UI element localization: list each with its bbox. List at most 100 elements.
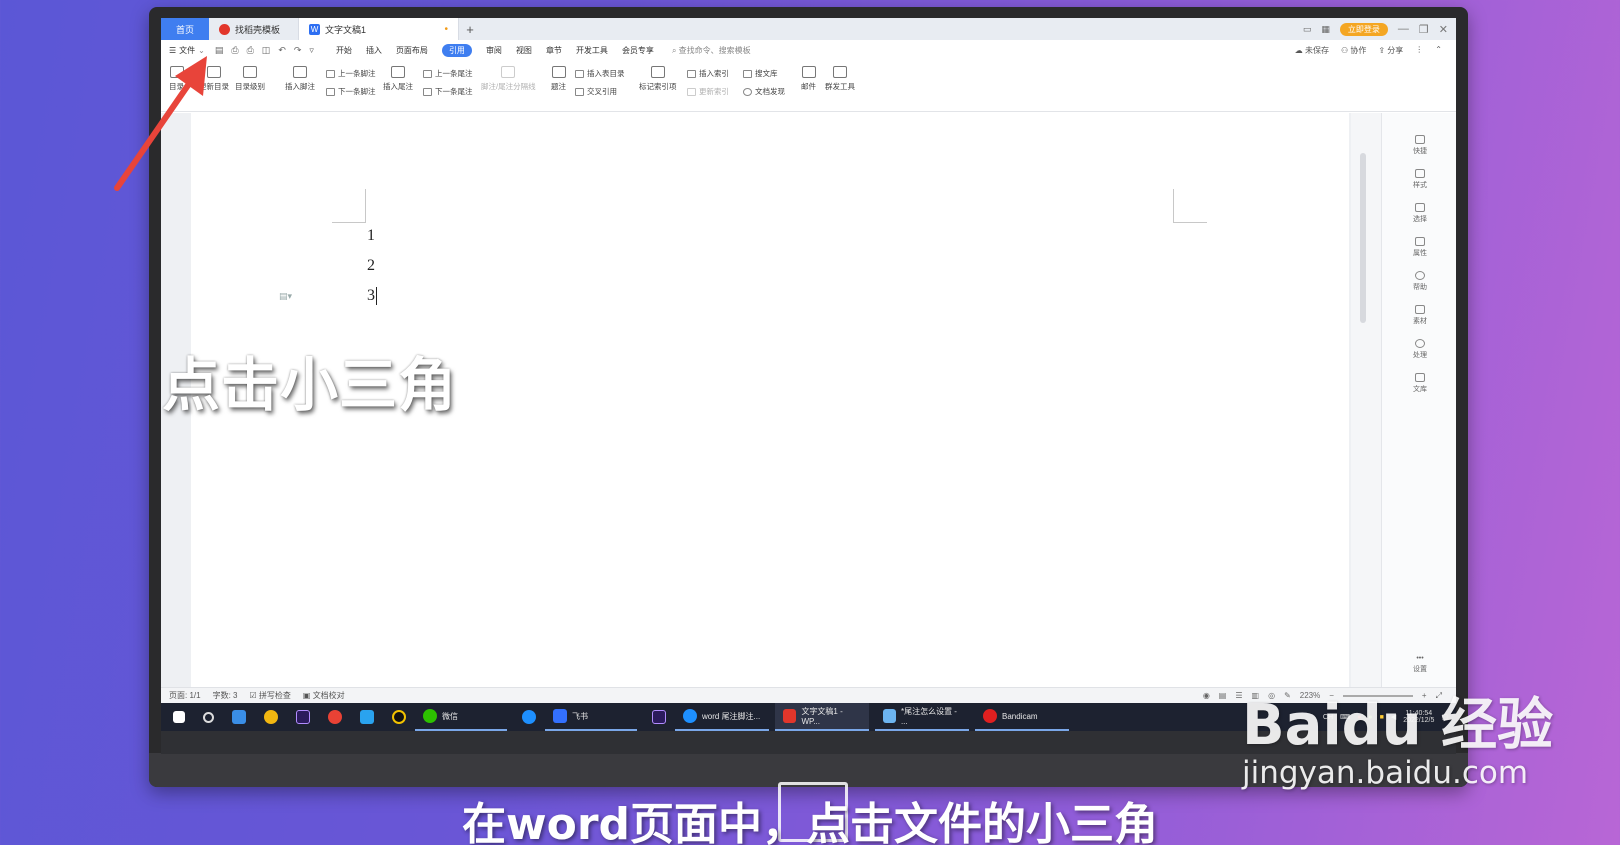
next-endnote-button[interactable]: 下一条尾注 xyxy=(423,86,473,97)
redo-icon[interactable]: ↷ xyxy=(294,45,302,56)
print-preview-icon[interactable]: ◫ xyxy=(262,45,271,56)
taskbar-bandicam-label: Bandicam xyxy=(1002,711,1038,721)
mail-button[interactable]: 邮件 xyxy=(801,66,816,92)
subtitle-caption: 在word页面中，点击文件的小三角 xyxy=(461,799,1159,845)
tab-review[interactable]: 审阅 xyxy=(486,45,502,56)
taskbar-word-notes[interactable]: word 尾注脚注... xyxy=(675,703,769,731)
note-separator-button[interactable]: 脚注/尾注分隔线 xyxy=(481,66,536,92)
layout-icon[interactable]: ▭ xyxy=(1303,24,1312,35)
taskbar-bandicam[interactable]: Bandicam xyxy=(975,703,1069,731)
next-endnote-icon xyxy=(423,87,432,96)
help-icon xyxy=(1415,271,1425,280)
side-style[interactable]: 样式 xyxy=(1407,169,1433,190)
spell-check-toggle[interactable]: ☑ 拼写检查 xyxy=(249,690,290,701)
search-icon[interactable] xyxy=(203,711,214,723)
taskbar-wps-label: 文字文稿1 - WP... xyxy=(801,707,843,726)
mass-tools-button[interactable]: 群发工具 xyxy=(825,66,855,92)
tab-docer-templates[interactable]: 找稻壳模板 xyxy=(209,18,299,40)
toc-level-button[interactable]: 目录级别 xyxy=(235,66,265,92)
document-line[interactable]: 2 xyxy=(367,257,375,275)
word-count[interactable]: 字数: 3 xyxy=(213,690,238,701)
insert-endnote-button[interactable]: 插入尾注 xyxy=(383,66,413,92)
next-footnote-button[interactable]: 下一条脚注 xyxy=(326,86,376,97)
paragraph-handle-icon[interactable]: ▤▾ xyxy=(279,291,292,302)
taskbar-wps[interactable]: 文字文稿1 - WP... xyxy=(775,703,869,731)
document-line-last[interactable]: 3 xyxy=(367,287,377,306)
side-select[interactable]: 选择 xyxy=(1407,203,1433,224)
photos-app-icon[interactable] xyxy=(232,710,246,724)
page-indicator[interactable]: 页面: 1/1 xyxy=(169,690,201,701)
tab-developer[interactable]: 开发工具 xyxy=(576,45,608,56)
app-yellow-icon[interactable] xyxy=(264,710,278,724)
command-search-placeholder: 查找命令、搜索模板 xyxy=(678,45,751,55)
insert-index-button[interactable]: 插入索引 xyxy=(687,68,729,79)
search-library-button[interactable]: 搜文库 xyxy=(743,68,778,79)
cross-reference-button[interactable]: 交叉引用 xyxy=(575,86,617,97)
tab-references[interactable]: 引用 xyxy=(441,43,472,57)
mail-label: 邮件 xyxy=(801,82,816,91)
properties-icon xyxy=(1415,237,1425,246)
document-line[interactable]: 1 xyxy=(367,227,375,245)
eye-protection-icon[interactable]: ◉ xyxy=(1203,691,1210,700)
app-blue-icon[interactable] xyxy=(360,710,374,724)
add-tab-button[interactable]: + xyxy=(459,22,481,37)
cross-reference-icon xyxy=(575,87,584,96)
prev-endnote-button[interactable]: 上一条尾注 xyxy=(423,68,473,79)
side-library[interactable]: 文库 xyxy=(1407,373,1433,394)
side-quick[interactable]: 快捷 xyxy=(1407,135,1433,156)
tab-page-layout[interactable]: 页面布局 xyxy=(396,45,428,56)
print-icon[interactable]: ⎙ xyxy=(247,45,254,56)
tab-member[interactable]: 会员专享 xyxy=(622,45,654,56)
tab-insert[interactable]: 插入 xyxy=(366,45,382,56)
minimize-button[interactable]: — xyxy=(1398,23,1409,35)
vertical-scrollbar[interactable] xyxy=(1351,113,1381,687)
insert-index-icon xyxy=(687,69,696,78)
insert-figure-table-label: 插入表目录 xyxy=(587,69,625,78)
taskbar-feishu[interactable]: 飞书 xyxy=(545,703,637,731)
prev-footnote-button[interactable]: 上一条脚注 xyxy=(326,68,376,79)
side-process[interactable]: 处理 xyxy=(1407,339,1433,360)
share-button[interactable]: ⇪ 分享 xyxy=(1378,45,1403,56)
mark-citation-button[interactable]: 标记索引项 xyxy=(639,66,677,92)
collapse-ribbon-icon[interactable]: ⌃ xyxy=(1435,45,1442,56)
close-button[interactable]: ✕ xyxy=(1439,23,1448,36)
qq-icon[interactable] xyxy=(392,710,406,724)
command-search[interactable]: ⌕ 查找命令、搜索模板 xyxy=(672,45,751,56)
caption-button[interactable]: 题注 xyxy=(551,66,566,92)
tab-section[interactable]: 章节 xyxy=(546,45,562,56)
taskbar-notes[interactable]: *尾注怎么设置 - ... xyxy=(875,703,969,731)
insert-footnote-button[interactable]: 插入脚注 xyxy=(285,66,315,92)
side-material[interactable]: 素材 xyxy=(1407,305,1433,326)
update-index-button[interactable]: 更新索引 xyxy=(687,86,729,97)
scrollbar-thumb[interactable] xyxy=(1360,153,1366,323)
side-help[interactable]: 帮助 xyxy=(1407,271,1433,292)
page-view-icon[interactable]: ▤ xyxy=(1219,691,1227,700)
insert-figure-table-button[interactable]: 插入表目录 xyxy=(575,68,625,79)
premiere-icon-2[interactable] xyxy=(652,710,666,724)
side-properties[interactable]: 属性 xyxy=(1407,237,1433,258)
tab-start[interactable]: 开始 xyxy=(336,45,352,56)
export-pdf-icon[interactable]: ⎙ xyxy=(231,45,238,56)
footnote-icon xyxy=(293,66,307,78)
restore-button[interactable]: ❐ xyxy=(1419,23,1429,36)
undo-icon[interactable]: ↶ xyxy=(278,45,286,56)
edge-icon[interactable] xyxy=(522,710,536,724)
proofread-button[interactable]: ▣ 文档校对 xyxy=(303,690,345,701)
menu-right-actions: ☁ 未保存 ⚇ 协作 ⇪ 分享 ⋮ ⌃ xyxy=(1295,45,1456,56)
tab-view[interactable]: 视图 xyxy=(516,45,532,56)
unsaved-cloud-button[interactable]: ☁ 未保存 xyxy=(1295,45,1329,56)
tab-home[interactable]: 首页 xyxy=(161,18,209,40)
collab-button[interactable]: ⚇ 协作 xyxy=(1341,45,1366,56)
premiere-icon[interactable] xyxy=(296,710,310,724)
windows-start-icon[interactable] xyxy=(173,711,185,723)
doc-check-button[interactable]: 文档发现 xyxy=(743,86,785,97)
more-icon[interactable]: ⋮ xyxy=(1415,45,1423,56)
taskbar-wechat[interactable]: 微信 xyxy=(415,703,507,731)
update-index-label: 更新索引 xyxy=(699,87,729,96)
chrome-icon[interactable] xyxy=(328,710,342,724)
side-settings[interactable]: ••• 设置 xyxy=(1407,655,1433,674)
login-button[interactable]: 立即登录 xyxy=(1339,22,1388,36)
customize-qat-icon[interactable]: ▿ xyxy=(309,45,314,56)
tab-document[interactable]: W 文字文稿1 • xyxy=(299,18,459,40)
grid-apps-icon[interactable]: ▦ xyxy=(1321,24,1330,35)
